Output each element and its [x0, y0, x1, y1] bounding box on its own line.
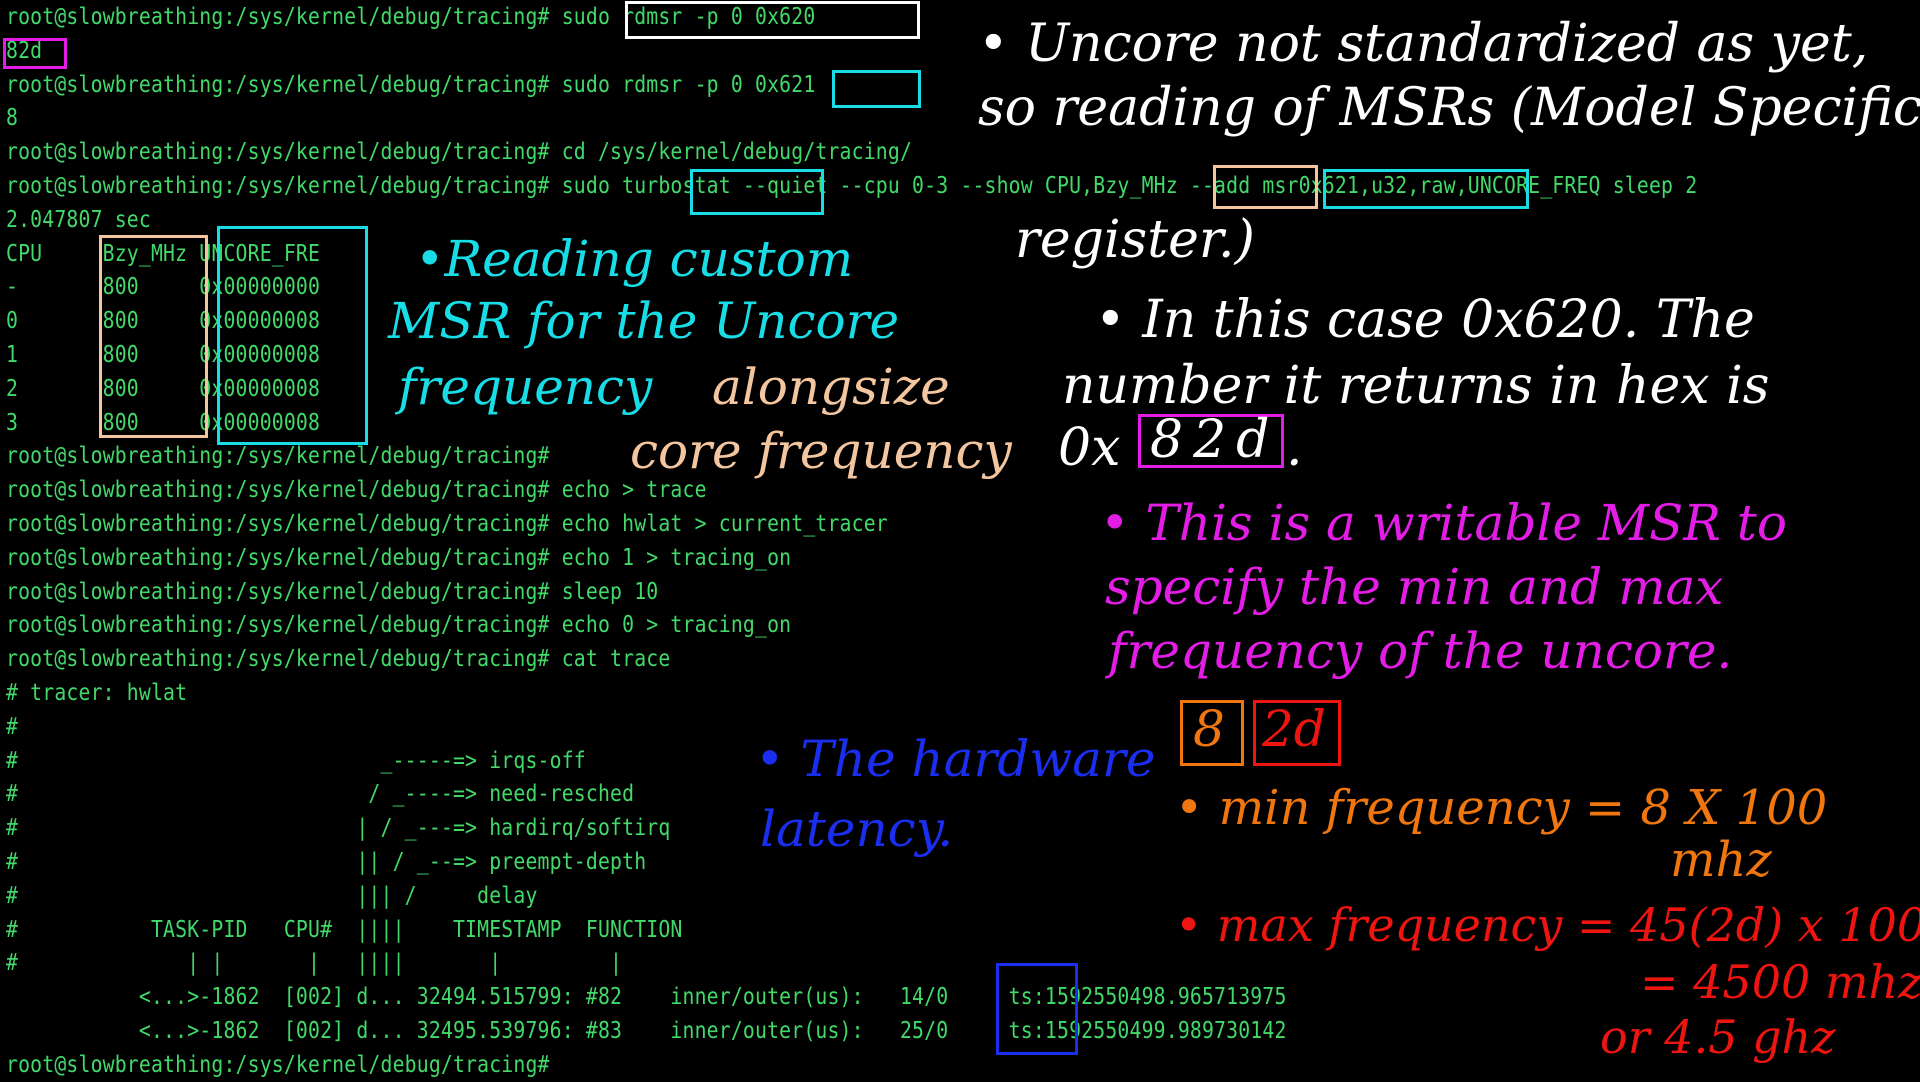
annotation-line: specify the min and max: [1105, 558, 1724, 616]
annotation-line: .: [1286, 418, 1303, 478]
highlight-box-turbostat: [690, 169, 824, 215]
annotation-line: •Reading custom: [415, 230, 854, 288]
annotation-line: frequency: [398, 358, 653, 416]
annotation-line: • This is a writable MSR to: [1100, 494, 1787, 552]
annotation-82d: 82d: [1150, 410, 1280, 470]
annotation-line: • max frequency = 45(2d) x 100: [1175, 898, 1920, 952]
terminal-line: # TASK-PID CPU# |||| TIMESTAMP FUNCTION: [6, 916, 683, 943]
terminal-line: root@slowbreathing:/sys/kernel/debug/tra…: [6, 139, 913, 166]
terminal-line: root@slowbreathing:/sys/kernel/debug/tra…: [6, 578, 659, 605]
terminal-line: root@slowbreathing:/sys/kernel/debug/tra…: [6, 477, 707, 504]
terminal-line: # _-----=> irqs-off: [6, 747, 586, 774]
annotation-line: register.): [1015, 210, 1255, 270]
terminal-line: # / _----=> need-resched: [6, 781, 635, 808]
terminal-line: # | | | |||| | |: [6, 950, 623, 977]
annotation-digits-2d: 2d: [1262, 700, 1326, 758]
terminal-line: #: [6, 713, 19, 740]
highlight-box-bzy-mhz-column: [99, 235, 208, 438]
annotation-line: MSR for the Uncore: [388, 292, 900, 350]
highlight-box-uncore-column: [217, 226, 368, 445]
terminal-line: root@slowbreathing:/sys/kernel/debug/tra…: [6, 646, 671, 673]
annotation-line: mhz: [1670, 832, 1772, 888]
annotation-line: • min frequency = 8 X 100: [1175, 780, 1828, 836]
terminal-line: 2.047807 sec: [6, 206, 151, 233]
annotation-line: 0x: [1058, 418, 1121, 478]
terminal-line: # || / _--=> preempt-depth: [6, 849, 647, 875]
annotation-line: • Uncore not standardized as yet,: [978, 14, 1869, 74]
terminal-line: # ||| / delay: [6, 882, 538, 909]
terminal-line: <...>-1862 [002] d... 32494.515799: #82 …: [6, 984, 1287, 1011]
annotation-line: latency.: [760, 800, 954, 858]
terminal-line: root@slowbreathing:/sys/kernel/debug/tra…: [6, 544, 792, 571]
annotation-line: • The hardware: [755, 730, 1156, 788]
annotation-digit-8: 8: [1193, 700, 1225, 758]
terminal-line: # tracer: hwlat: [6, 680, 188, 706]
terminal-line: root@slowbreathing:/sys/kernel/debug/tra…: [6, 71, 816, 98]
annotation-line: so reading of MSRs (Model Specific: [978, 78, 1920, 138]
terminal-line: # | / _---=> hardirq/softirq: [6, 815, 671, 842]
annotation-line: frequency of the uncore.: [1108, 622, 1733, 680]
annotation-line: = 4500 mhz: [1640, 955, 1920, 1009]
highlight-box-latency-values: [996, 963, 1078, 1055]
annotation-line: or 4.5 ghz: [1600, 1010, 1836, 1064]
annotation-line: core frequency: [630, 422, 1012, 480]
annotation-line: alongsize: [712, 358, 950, 416]
highlight-box-rdmsr-0x620: [625, 1, 920, 39]
terminal-line: 8: [6, 105, 19, 132]
terminal-line: root@slowbreathing:/sys/kernel/debug/tra…: [6, 511, 888, 537]
highlight-box-bzy-mhz-arg: [1213, 165, 1318, 209]
terminal-line: root@slowbreathing:/sys/kernel/debug/tra…: [6, 612, 792, 639]
highlight-box-0x621: [832, 70, 921, 108]
terminal-line: <...>-1862 [002] d... 32495.539796: #83 …: [6, 1018, 1287, 1044]
highlight-box-add-msr: [1323, 169, 1529, 209]
annotation-line: number it returns in hex is: [1062, 356, 1770, 416]
terminal-line: root@slowbreathing:/sys/kernel/debug/tra…: [6, 1051, 550, 1078]
annotation-line: • In this case 0x620. The: [1095, 290, 1755, 350]
highlight-box-82d-output: [3, 38, 67, 69]
